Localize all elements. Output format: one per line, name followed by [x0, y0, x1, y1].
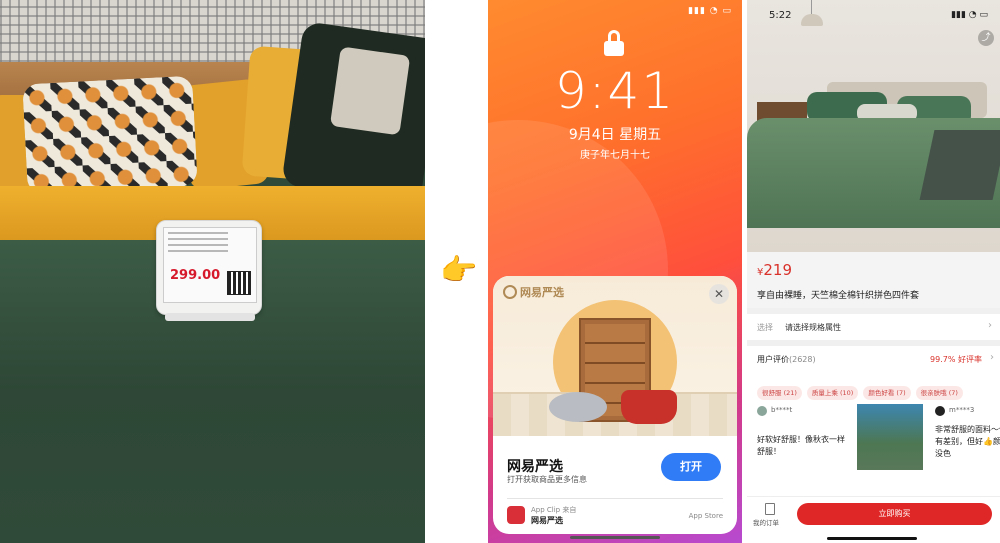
- lock-screen: ▮▮▮ ◔ ▭ 9:41 9月4日 星期五 庚子年七月十七 网易严选 ✕ 网易严…: [488, 0, 742, 543]
- review-card[interactable]: b****t 好软好舒服！像秋衣一样舒服！: [757, 404, 927, 476]
- chevron-right-icon: ›: [988, 320, 992, 331]
- electronic-shelf-label: 299.00: [156, 220, 262, 321]
- app-clip-name: 网易严选: [507, 459, 563, 475]
- avatar: [757, 406, 767, 416]
- bottom-action-bar: 我的订单 立即购买: [747, 496, 1000, 543]
- spec-value: 请选择规格属性: [785, 323, 841, 332]
- label-stand: [165, 313, 255, 321]
- label-screen: 299.00: [163, 227, 257, 303]
- app-clip-card[interactable]: 网易严选 ✕ 网易严选 打开获取商品更多信息 打开 App Clip 来自 网易…: [493, 276, 737, 534]
- reviews-title: 用户评价(2628): [757, 355, 816, 364]
- label-text-lines: [168, 232, 228, 256]
- orders-label[interactable]: 我的订单: [753, 517, 779, 527]
- open-button[interactable]: 打开: [661, 453, 721, 481]
- lock-icon: [604, 30, 624, 56]
- review-tag[interactable]: 很舒服 (21): [757, 386, 802, 400]
- avatar: [935, 406, 945, 416]
- close-button[interactable]: ✕: [709, 284, 729, 304]
- home-indicator[interactable]: [827, 537, 917, 540]
- share-icon[interactable]: ⤴: [978, 30, 994, 46]
- lunar-date: 庚子年七月十七: [580, 150, 650, 161]
- red-pot-image: [621, 390, 677, 424]
- status-icons: ▮▮▮ ◔ ▭: [688, 6, 732, 16]
- reviewer-name: m****3: [949, 406, 975, 414]
- showroom-photo: 299.00: [0, 0, 425, 543]
- brand-logo: 网易严选: [503, 284, 564, 300]
- reviewer-name: b****t: [771, 406, 793, 414]
- app-clip-description: 打开获取商品更多信息: [507, 475, 587, 484]
- review-tag[interactable]: 质量上乘 (10): [806, 386, 859, 400]
- chevron-right-icon: ›: [990, 352, 994, 363]
- product-hero-image: [747, 0, 1000, 252]
- review-tag[interactable]: 很亲肤哦 (7): [915, 386, 963, 400]
- divider: [507, 498, 723, 499]
- home-indicator[interactable]: [570, 536, 660, 539]
- spec-label: 选择: [757, 323, 773, 332]
- review-tags: 很舒服 (21) 质量上乘 (10) 颜色好看 (7) 很亲肤哦 (7): [757, 380, 1000, 400]
- product-price: ¥219: [757, 261, 793, 279]
- dark-cushion: [281, 21, 425, 204]
- positive-rate: 99.7% 好评率: [930, 355, 982, 364]
- product-page: 5:22 ▮▮▮ ◔ ▭ ⤴ ¥219 享自由裸睡，天竺棉全棉针织拼色四件套 选…: [747, 0, 1000, 543]
- brand-logo-icon: [503, 285, 517, 299]
- spec-selector[interactable]: 选择 请选择规格属性 ›: [747, 314, 1000, 340]
- app-clip-from-name: 网易严选: [531, 516, 563, 525]
- label-price: 299.00: [170, 268, 221, 283]
- status-time: 5:22: [769, 10, 792, 21]
- patterned-cushion: [22, 75, 198, 195]
- orders-icon[interactable]: [765, 503, 775, 515]
- app-clip-from-label: App Clip 来自: [531, 506, 577, 514]
- qr-code-icon: [227, 271, 251, 295]
- app-icon: [507, 506, 525, 524]
- lock-date: 9月4日 星期五: [568, 127, 662, 143]
- app-clip-banner: 网易严选 ✕: [493, 276, 737, 436]
- reviews-section[interactable]: 用户评价(2628) 99.7% 好评率 › 很舒服 (21) 质量上乘 (10)…: [747, 346, 1000, 496]
- lock-time: 9:41: [554, 62, 676, 120]
- product-title: 享自由裸睡，天竺棉全棉针织拼色四件套: [757, 291, 920, 301]
- review-tag[interactable]: 颜色好看 (7): [863, 386, 911, 400]
- review-text: 非常舒服的面料～像的有差别，但好👍颜色没色: [935, 425, 1000, 458]
- lamp-image: [801, 14, 823, 26]
- pointing-hand-icon: 👉: [440, 253, 478, 288]
- app-store-link[interactable]: App Store: [689, 512, 723, 520]
- neck-pillow-image: [549, 392, 607, 422]
- review-text: 好软好舒服！像秋衣一样舒服！: [757, 435, 845, 456]
- review-card[interactable]: m****3 非常舒服的面料～像的有差别，但好👍颜色没色: [935, 404, 1000, 476]
- status-icons: ▮▮▮ ◔ ▭: [951, 10, 988, 20]
- buy-now-button[interactable]: 立即购买: [797, 503, 992, 525]
- review-photo[interactable]: [857, 404, 923, 470]
